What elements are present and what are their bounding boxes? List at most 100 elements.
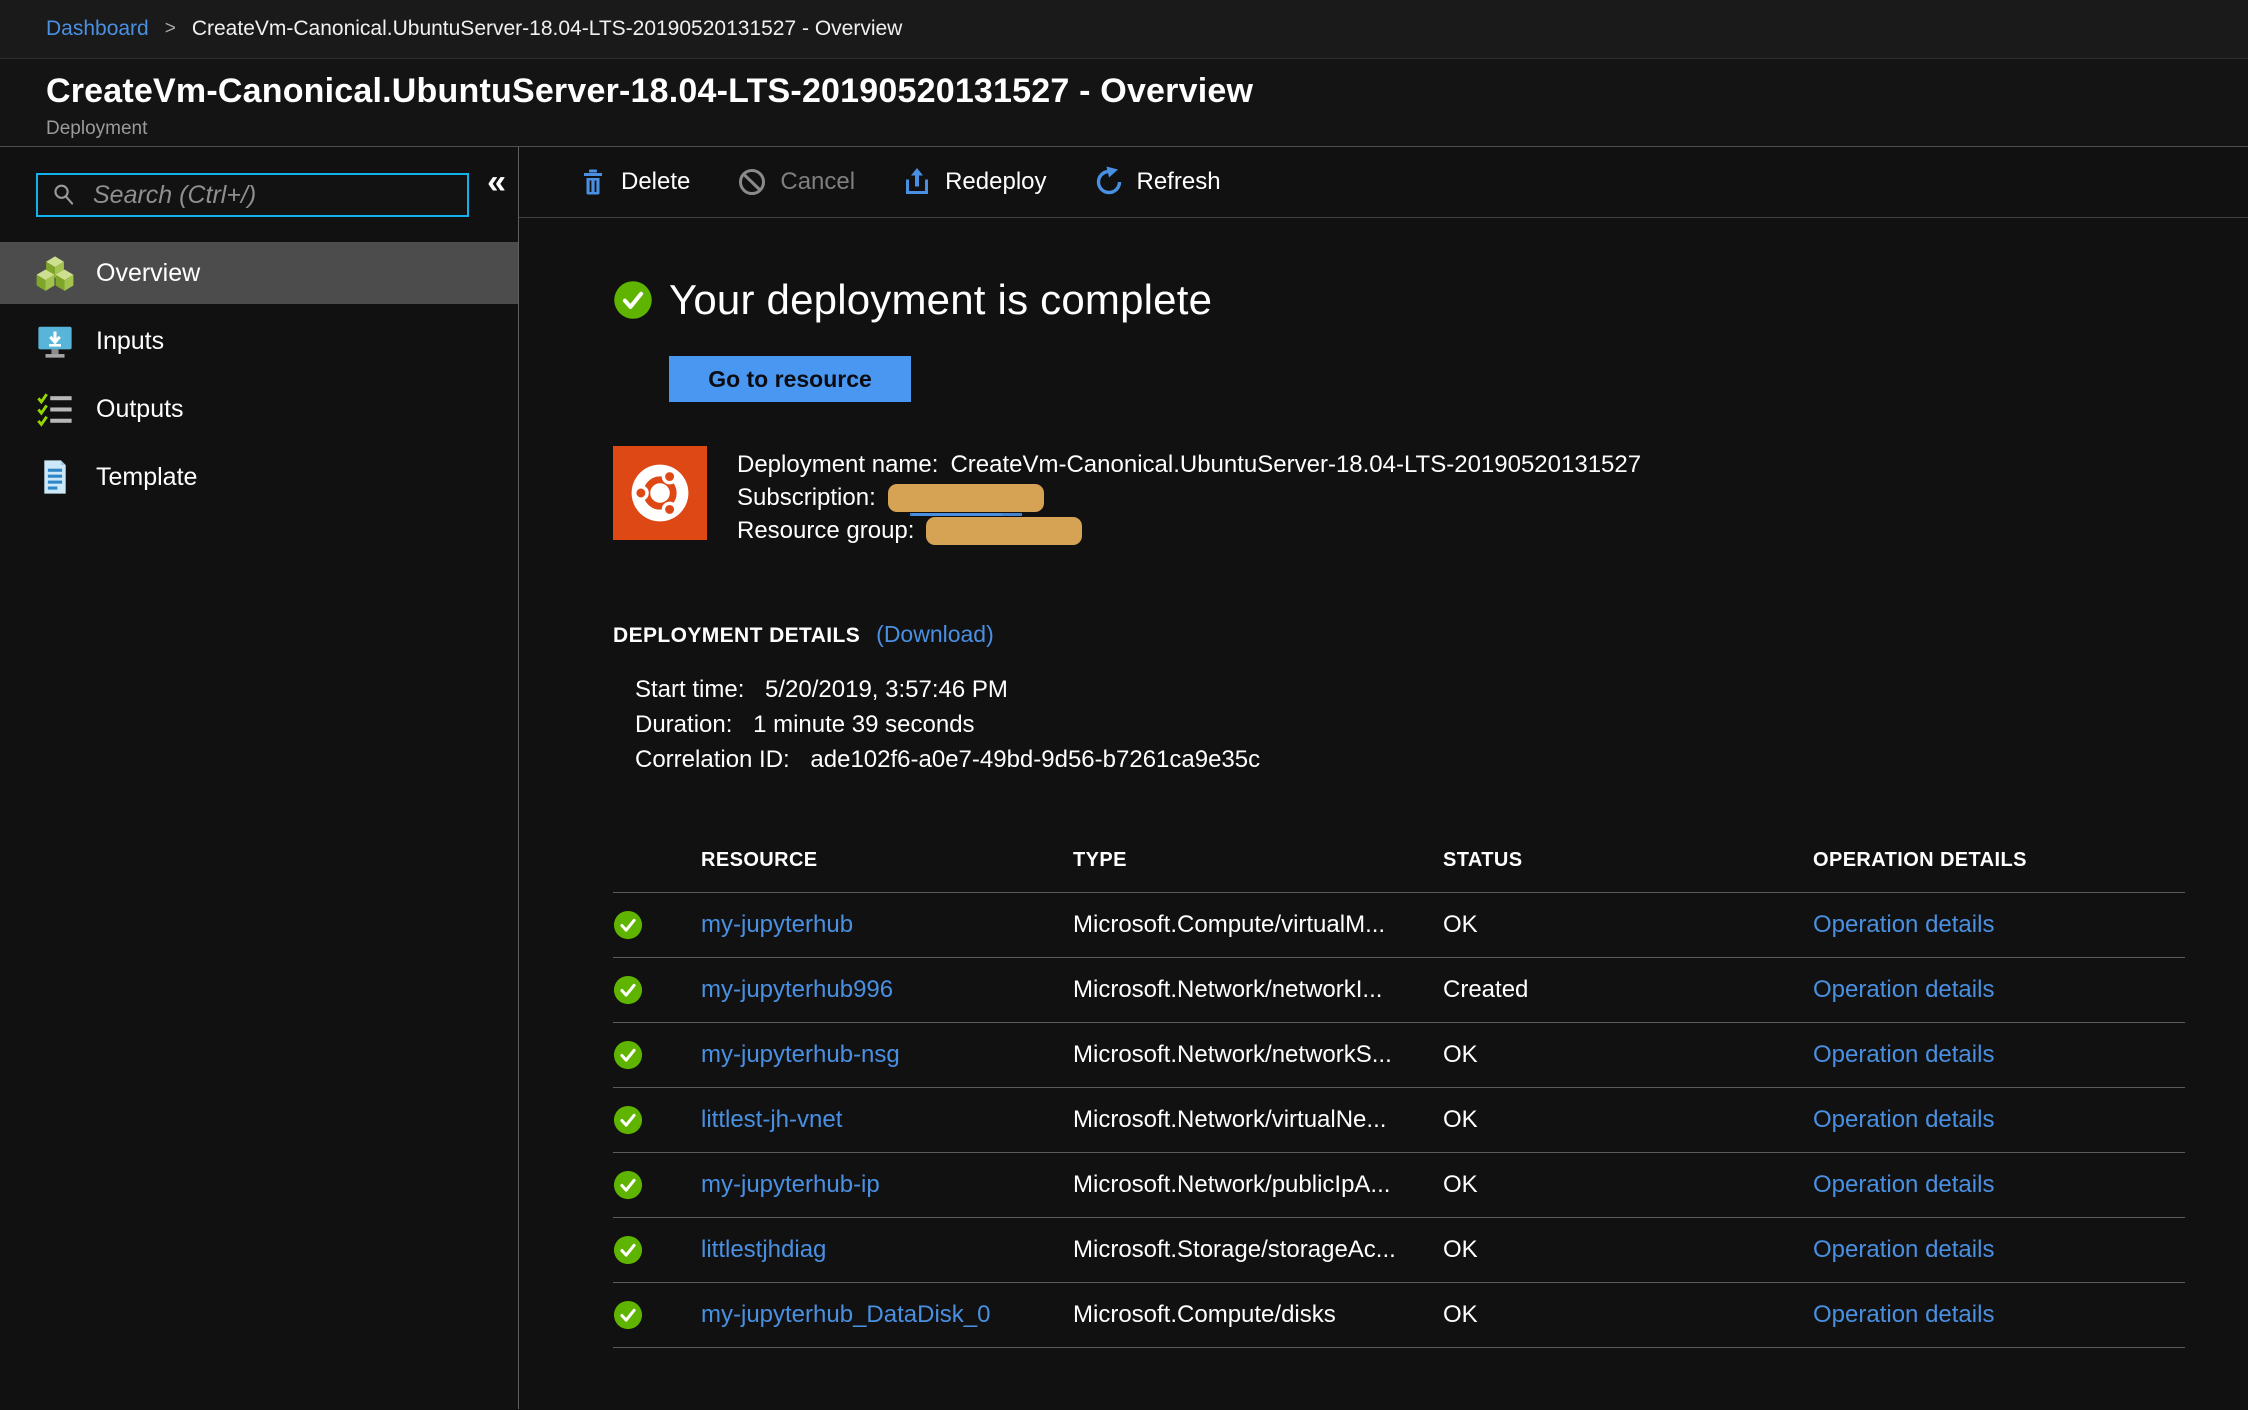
sidebar-item-outputs[interactable]: Outputs	[0, 378, 518, 440]
redeploy-button[interactable]: Redeploy	[901, 166, 1046, 198]
refresh-icon	[1093, 166, 1125, 198]
trash-icon	[577, 166, 609, 198]
resource-type: Microsoft.Network/publicIpA...	[1073, 1171, 1443, 1199]
column-header-type: TYPE	[1073, 849, 1443, 872]
cancel-button[interactable]: Cancel	[736, 166, 855, 198]
resource-type: Microsoft.Network/networkI...	[1073, 976, 1443, 1004]
subscription-redaction-bar	[888, 484, 1044, 512]
table-row: littlestjhdiag Microsoft.Storage/storage…	[613, 1218, 2185, 1283]
start-time-value: 5/20/2019, 3:57:46 PM	[765, 676, 1008, 703]
start-time-label: Start time:	[635, 676, 744, 703]
cancel-label: Cancel	[780, 168, 855, 196]
resource-status: OK	[1443, 1106, 1813, 1134]
table-body: my-jupyterhub Microsoft.Compute/virtualM…	[613, 893, 2185, 1348]
resource-status: OK	[1443, 911, 1813, 939]
success-status-icon	[613, 1300, 643, 1330]
deployment-status: Your deployment is complete	[613, 276, 2248, 324]
go-to-resource-button[interactable]: Go to resource	[669, 356, 911, 402]
deployment-info: Deployment name: CreateVm-Canonical.Ubun…	[613, 446, 2248, 547]
sidebar-item-overview[interactable]: Overview	[0, 242, 518, 304]
success-status-icon	[613, 910, 643, 940]
sidebar-item-label: Overview	[96, 259, 200, 288]
breadcrumb-dashboard-link[interactable]: Dashboard	[46, 17, 149, 41]
redeploy-icon	[901, 166, 933, 198]
main-panel: Delete Cancel Redeploy	[519, 147, 2248, 1409]
search-input[interactable]	[93, 181, 423, 210]
resource-type: Microsoft.Storage/storageAc...	[1073, 1236, 1443, 1264]
table-row: my-jupyterhub_DataDisk_0 Microsoft.Compu…	[613, 1283, 2185, 1348]
resource-type: Microsoft.Compute/virtualM...	[1073, 911, 1443, 939]
sidebar-item-label: Inputs	[96, 327, 164, 356]
operation-details-link[interactable]: Operation details	[1813, 911, 2185, 939]
resource-link[interactable]: littlestjhdiag	[701, 1236, 1073, 1264]
sidebar-item-label: Template	[96, 463, 197, 492]
resource-status: OK	[1443, 1041, 1813, 1069]
page-title: CreateVm-Canonical.UbuntuServer-18.04-LT…	[46, 72, 2248, 111]
operation-details-link[interactable]: Operation details	[1813, 1301, 2185, 1329]
operation-details-link[interactable]: Operation details	[1813, 1106, 2185, 1134]
resource-link[interactable]: my-jupyterhub	[701, 911, 1073, 939]
resource-link[interactable]: littlest-jh-vnet	[701, 1106, 1073, 1134]
download-link[interactable]: (Download)	[876, 621, 994, 648]
delete-button[interactable]: Delete	[577, 166, 690, 198]
success-check-icon	[613, 280, 653, 320]
operation-details-link[interactable]: Operation details	[1813, 1171, 2185, 1199]
operation-details-link[interactable]: Operation details	[1813, 1041, 2185, 1069]
operation-details-link[interactable]: Operation details	[1813, 976, 2185, 1004]
success-status-icon	[613, 975, 643, 1005]
resource-type: Microsoft.Compute/disks	[1073, 1301, 1443, 1329]
ubuntu-logo	[613, 446, 707, 540]
sidebar-menu: Overview Inputs	[0, 242, 518, 514]
success-status-icon	[613, 1170, 643, 1200]
redeploy-label: Redeploy	[945, 168, 1046, 196]
correlation-id-value: ade102f6-a0e7-49bd-9d56-b7261ca9e35c	[810, 746, 1260, 773]
resources-table: RESOURCE TYPE STATUS OPERATION DETAILS m…	[613, 849, 2185, 1348]
page-subtitle: Deployment	[46, 118, 2248, 140]
status-heading: Your deployment is complete	[669, 276, 1212, 324]
resource-link[interactable]: my-jupyterhub-ip	[701, 1171, 1073, 1199]
sidebar: « Overview	[0, 147, 519, 1409]
duration-label: Duration:	[635, 711, 732, 738]
resource-group-redaction-bar	[926, 517, 1082, 545]
success-status-icon	[613, 1105, 643, 1135]
resource-link[interactable]: my-jupyterhub996	[701, 976, 1073, 1004]
refresh-label: Refresh	[1137, 168, 1221, 196]
resource-status: OK	[1443, 1171, 1813, 1199]
resource-link[interactable]: my-jupyterhub-nsg	[701, 1041, 1073, 1069]
checklist-icon	[36, 390, 74, 428]
resource-status: OK	[1443, 1236, 1813, 1264]
sidebar-item-inputs[interactable]: Inputs	[0, 310, 518, 372]
resource-status: Created	[1443, 976, 1813, 1004]
table-row: my-jupyterhub996 Microsoft.Network/netwo…	[613, 958, 2185, 1023]
document-icon	[36, 458, 74, 496]
breadcrumb: Dashboard > CreateVm-Canonical.UbuntuSer…	[0, 0, 2248, 59]
resource-group-label: Resource group:	[737, 514, 914, 547]
column-header-status: STATUS	[1443, 849, 1813, 872]
prohibition-icon	[736, 166, 768, 198]
success-status-icon	[613, 1040, 643, 1070]
correlation-id-label: Correlation ID:	[635, 746, 790, 773]
table-row: my-jupyterhub-ip Microsoft.Network/publi…	[613, 1153, 2185, 1218]
column-header-operation-details: OPERATION DETAILS	[1813, 849, 2185, 872]
deployment-name-label: Deployment name:	[737, 448, 938, 481]
table-row: my-jupyterhub-nsg Microsoft.Network/netw…	[613, 1023, 2185, 1088]
resource-type: Microsoft.Network/networkS...	[1073, 1041, 1443, 1069]
sidebar-search[interactable]	[36, 173, 469, 217]
subscription-label: Subscription:	[737, 481, 876, 514]
sidebar-item-template[interactable]: Template	[0, 446, 518, 508]
success-status-icon	[613, 1235, 643, 1265]
deployment-name-value: CreateVm-Canonical.UbuntuServer-18.04-LT…	[950, 448, 1641, 481]
column-header-resource: RESOURCE	[701, 849, 1073, 872]
search-icon	[51, 182, 77, 208]
table-row: my-jupyterhub Microsoft.Compute/virtualM…	[613, 893, 2185, 958]
breadcrumb-current: CreateVm-Canonical.UbuntuServer-18.04-LT…	[192, 17, 903, 41]
toolbar: Delete Cancel Redeploy	[519, 147, 2248, 218]
resource-link[interactable]: my-jupyterhub_DataDisk_0	[701, 1301, 1073, 1329]
table-header-row: RESOURCE TYPE STATUS OPERATION DETAILS	[613, 849, 2185, 893]
sidebar-collapse-button[interactable]: «	[487, 165, 506, 199]
resource-status: OK	[1443, 1301, 1813, 1329]
refresh-button[interactable]: Refresh	[1093, 166, 1221, 198]
operation-details-link[interactable]: Operation details	[1813, 1236, 2185, 1264]
page-header: CreateVm-Canonical.UbuntuServer-18.04-LT…	[0, 59, 2248, 147]
monitor-download-icon	[36, 322, 74, 360]
